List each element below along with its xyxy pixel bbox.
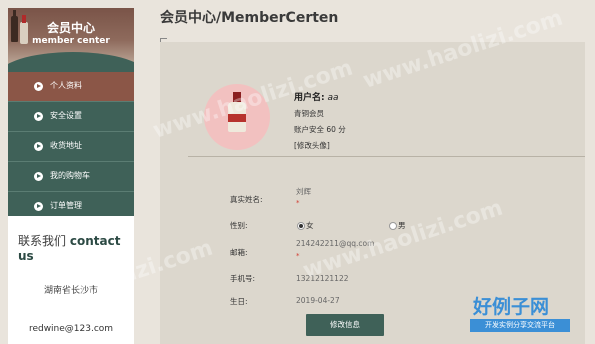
sidebar-item-label: 订单管理 (50, 201, 82, 210)
required-mark: * (296, 252, 300, 260)
site-logo-tagline: 开发实例分享交流平台 (470, 319, 570, 332)
arrow-circle-icon (34, 202, 43, 211)
realname-input[interactable]: 刘辉 (296, 186, 311, 197)
site-logo: 好例子网 (473, 296, 550, 318)
birthday-label: 生日: (230, 297, 248, 306)
sidebar-item-profile[interactable]: 个人资料 (8, 72, 134, 101)
sidebar-item-label: 安全设置 (50, 111, 82, 120)
sidebar-subtitle: member center (32, 36, 110, 46)
sidebar-item-label: 收货地址 (50, 141, 82, 150)
security-score: 账户安全 60 分 (294, 125, 346, 134)
arrow-circle-icon (34, 112, 43, 121)
contact-email: redwine@123.com (28, 324, 114, 334)
gender-female-radio[interactable] (297, 222, 305, 230)
member-level: 青铜会员 (294, 109, 324, 118)
contact-heading-cn: 联系我们 (18, 234, 67, 248)
divider (188, 156, 585, 157)
gender-label: 性别: (230, 221, 248, 230)
sidebar-title: 会员中心 (46, 21, 95, 35)
sidebar-item-cart[interactable]: 我的购物车 (8, 161, 134, 191)
username-value: aa (327, 93, 339, 103)
sidebar-item-security[interactable]: 安全设置 (8, 101, 134, 131)
banner-wave (8, 52, 134, 72)
arrow-circle-icon (34, 172, 43, 181)
contact-heading: 联系我们 contact us (18, 232, 134, 263)
gender-female-label: 女 (306, 221, 314, 230)
sidebar-item-label: 我的购物车 (50, 171, 90, 180)
sidebar-menu: 个人资料 安全设置 收货地址 我的购物车 订单管理 (8, 72, 134, 216)
phone-label: 手机号: (230, 274, 256, 283)
arrow-circle-icon (34, 142, 43, 151)
page-title: 会员中心/MemberCerten (160, 10, 339, 26)
edit-avatar-link[interactable]: [修改头像] (294, 140, 330, 151)
realname-label: 真实姓名: (230, 195, 263, 204)
birthday-input[interactable]: 2019-04-27 (296, 296, 340, 305)
email-label: 邮箱: (230, 248, 248, 257)
arrow-circle-icon (34, 82, 43, 91)
sidebar-banner: 会员中心 member center (8, 8, 134, 72)
sidebar-item-orders[interactable]: 订单管理 (8, 191, 134, 221)
save-profile-button[interactable]: 修改信息 (306, 314, 384, 336)
sidebar-item-label: 个人资料 (50, 81, 82, 90)
sidebar-item-address[interactable]: 收货地址 (8, 131, 134, 161)
required-mark: * (296, 199, 300, 207)
